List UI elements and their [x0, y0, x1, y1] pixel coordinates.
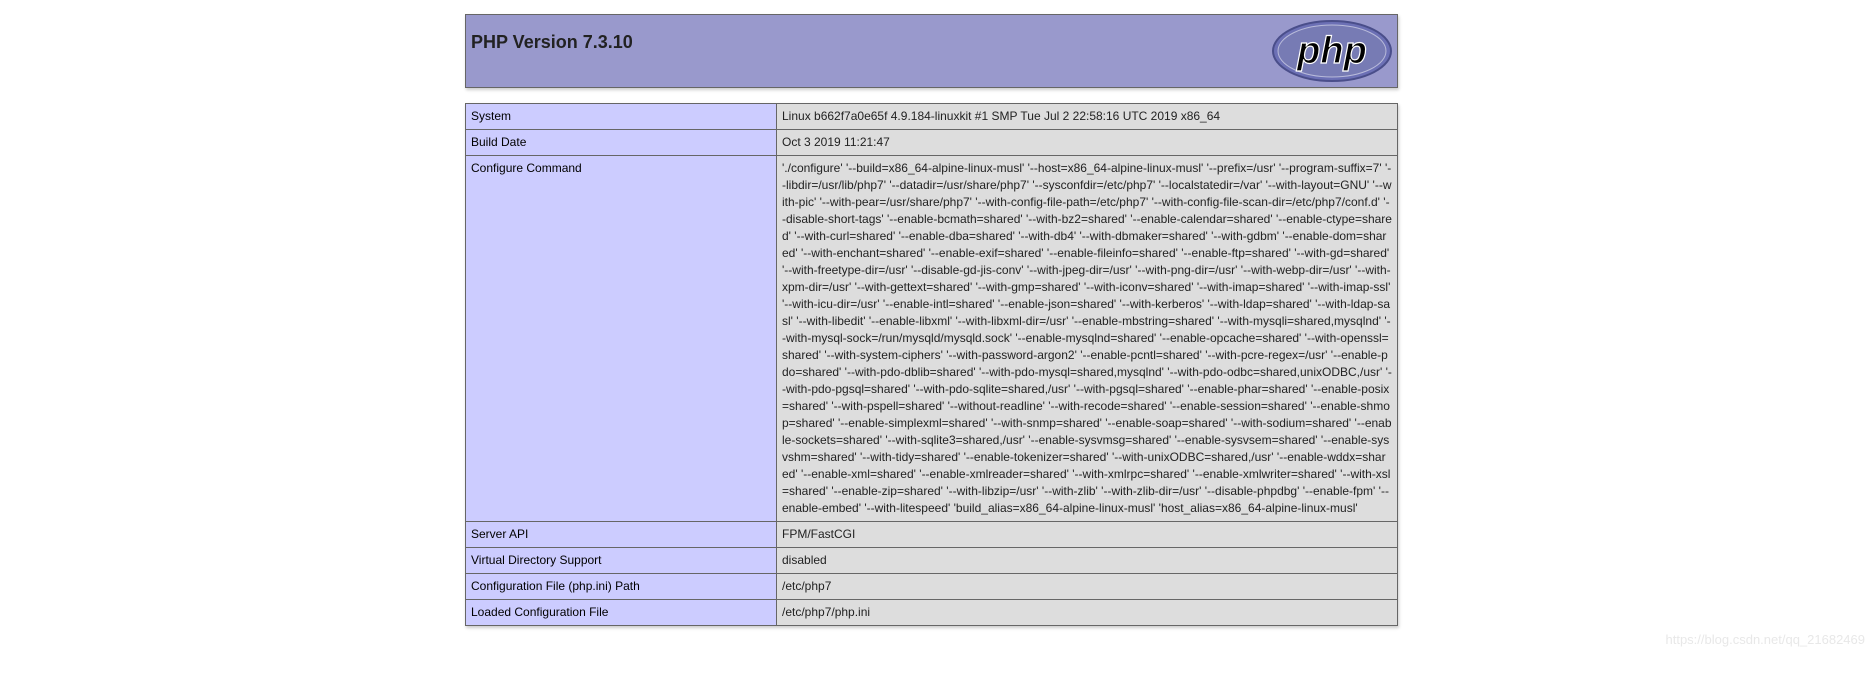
row-value: Oct 3 2019 11:21:47 — [776, 129, 1398, 156]
php-logo-text: php — [1296, 30, 1367, 72]
info-table: System Linux b662f7a0e65f 4.9.184-linuxki… — [465, 103, 1398, 626]
page: PHP Version 7.3.10 php System Linux b662f… — [0, 0, 1875, 694]
table-row: Configuration File (php.ini) Path/etc/ph… — [465, 573, 1398, 600]
phpinfo-container: PHP Version 7.3.10 php System Linux b662f… — [465, 14, 1398, 626]
row-value: './configure' '--build=x86_64-alpine-lin… — [776, 155, 1398, 522]
row-value: FPM/FastCGI — [776, 521, 1398, 548]
php-logo-icon: php — [1272, 20, 1392, 82]
row-label: Configuration File (php.ini) Path — [465, 573, 777, 600]
version-header: PHP Version 7.3.10 php — [465, 14, 1398, 88]
page-title: PHP Version 7.3.10 — [471, 32, 633, 52]
table-row: System Linux b662f7a0e65f 4.9.184-linuxki… — [465, 103, 1398, 130]
row-value: /etc/php7 — [776, 573, 1398, 600]
table-row: Server API FPM/FastCGI — [465, 521, 1398, 548]
row-label: System — [465, 103, 777, 130]
table-row: Configure Command './configure' '--build=… — [465, 155, 1398, 522]
row-label: Configure Command — [465, 155, 777, 522]
row-value: /etc/php7/php.ini — [776, 599, 1398, 626]
table-row: Loaded Configuration File/etc/php7/php.i… — [465, 599, 1398, 626]
row-label: Loaded Configuration File — [465, 599, 777, 626]
row-value: disabled — [776, 547, 1398, 574]
table-row: Build Date Oct 3 2019 11:21:47 — [465, 129, 1398, 156]
row-label: Virtual Directory Support — [465, 547, 777, 574]
table-row: Virtual Directory Support disabled — [465, 547, 1398, 574]
row-value: Linux b662f7a0e65f 4.9.184-linuxkit #1 S… — [776, 103, 1398, 130]
watermark: https://blog.csdn.net/qq_21682469 — [1665, 632, 1866, 647]
row-label: Server API — [465, 521, 777, 548]
row-label: Build Date — [465, 129, 777, 156]
